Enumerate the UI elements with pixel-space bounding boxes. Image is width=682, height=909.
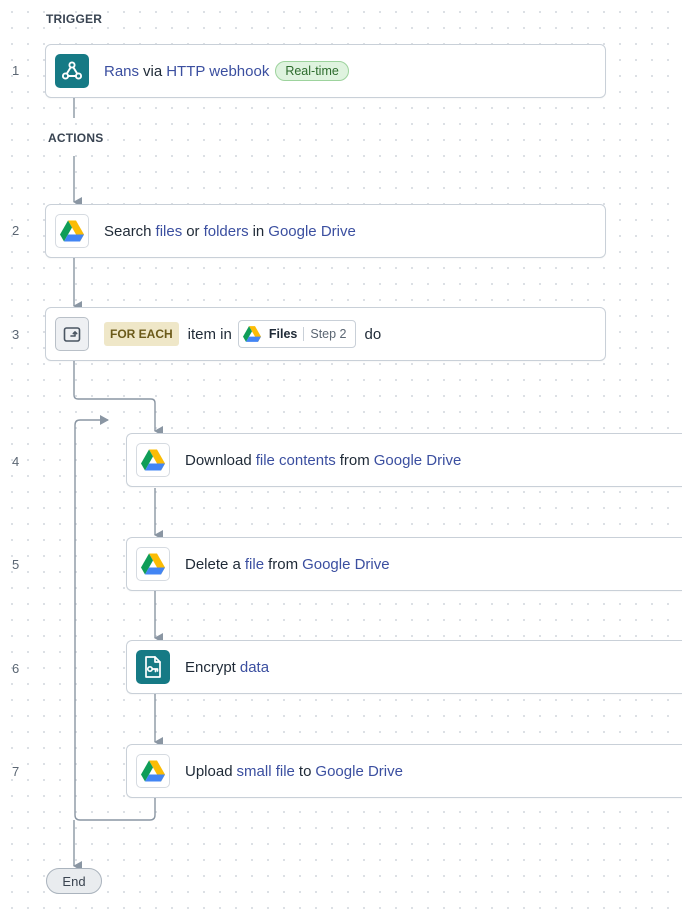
step-number: 5 [12,557,20,572]
realtime-badge: Real-time [275,61,349,81]
end-node[interactable]: End [46,868,102,894]
encrypt-file-icon [136,650,170,684]
step-text: files [155,222,183,240]
step-text: Rans [104,62,140,80]
datapill-title: Files [268,327,298,341]
step-text: HTTP webhook [166,62,270,80]
for-each-tag: FOR EACH [104,322,179,346]
datapill-divider [303,327,305,341]
step-3-for-each-loop[interactable]: FOR EACH item in Files Step 2 do [45,307,606,361]
step-text: file [244,555,265,573]
datapill-step: Step 2 [310,327,347,341]
actions-section-label: ACTIONS [48,131,104,145]
step-text: small file [236,762,295,780]
loop-icon [55,317,89,351]
step-text: Delete a [185,555,241,573]
step-2-search-drive[interactable]: Search files or folders in Google Drive [45,204,606,258]
step-text: Search [104,222,152,240]
step-text: data [239,658,270,676]
step-number: 3 [12,327,20,342]
step-text: do [364,325,382,343]
google-drive-icon [136,547,170,581]
step-text: Google Drive [302,555,390,573]
step-text: from [268,555,299,573]
step-text: Upload [185,762,233,780]
step-text: in [252,222,265,240]
step-text: from [339,451,370,469]
step-number: 1 [12,63,20,78]
step-5-delete-file[interactable]: Delete a file from Google Drive [126,537,682,591]
step-1-webhook-trigger[interactable]: Rans via HTTP webhook Real-time [45,44,606,98]
google-drive-icon [242,326,261,342]
step-text: Google Drive [373,451,462,469]
step-text: Encrypt [185,658,236,676]
trigger-section-label: TRIGGER [46,12,103,26]
step-text: item in [187,325,232,343]
files-datapill[interactable]: Files Step 2 [237,320,356,348]
step-number: 6 [12,661,20,676]
webhook-icon [55,54,89,88]
step-text: via [143,62,163,80]
step-number: 2 [12,223,20,238]
step-text: to [298,762,312,780]
step-number: 7 [12,764,20,779]
step-text: file contents [255,451,336,469]
google-drive-icon [136,443,170,477]
step-text: or [186,222,200,240]
step-text: Google Drive [268,222,356,240]
step-text: Download [185,451,252,469]
google-drive-icon [55,214,89,248]
step-text: folders [203,222,249,240]
step-4-download-file[interactable]: Download file contents from Google Drive [126,433,682,487]
step-number: 4 [12,454,20,469]
step-text: Google Drive [315,762,403,780]
step-6-encrypt-data[interactable]: Encrypt data [126,640,682,694]
google-drive-icon [136,754,170,788]
step-7-upload-file[interactable]: Upload small file to Google Drive [126,744,682,798]
